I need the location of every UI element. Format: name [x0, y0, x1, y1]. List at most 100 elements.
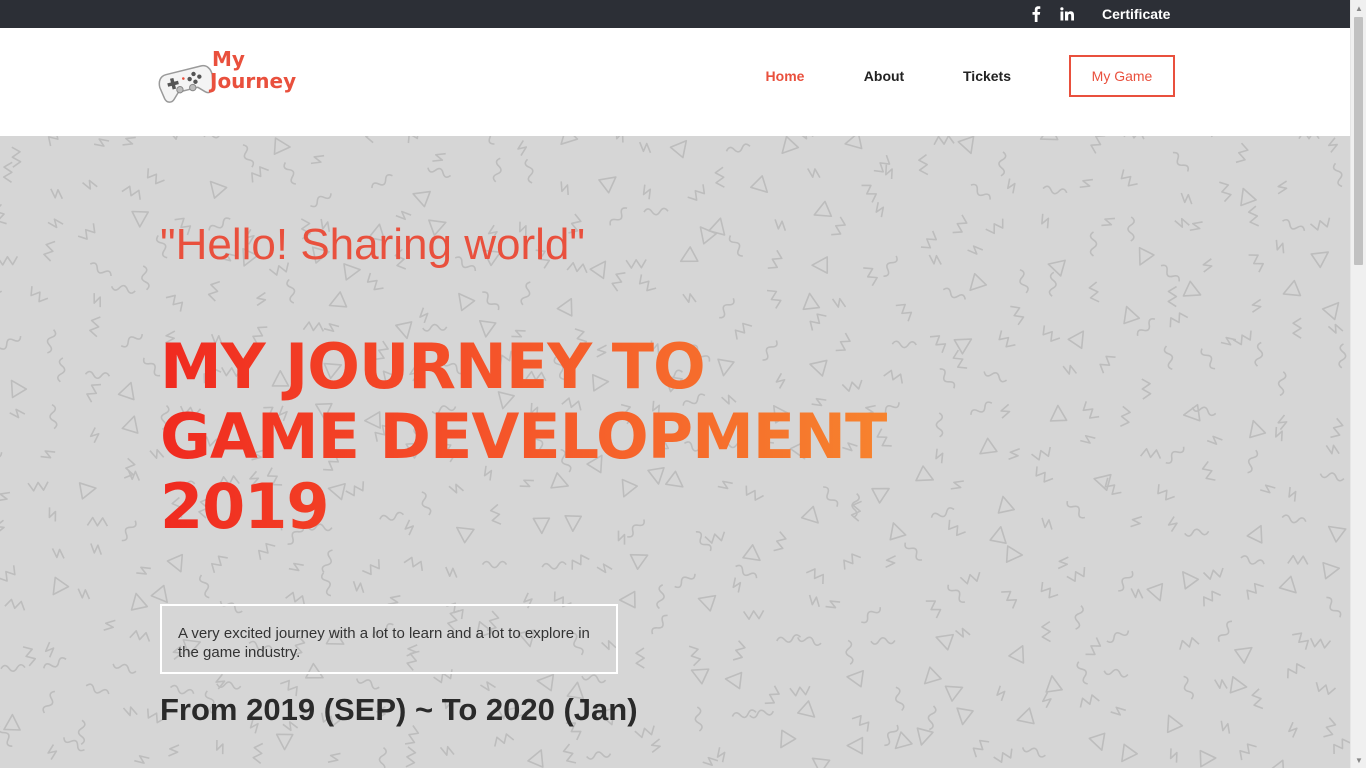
pattern-doodle [112, 663, 137, 674]
pattern-doodle [983, 371, 1008, 383]
linkedin-icon[interactable] [1056, 0, 1078, 28]
pattern-doodle [1041, 213, 1050, 229]
pattern-doodle [242, 144, 255, 168]
nav-about[interactable]: About [856, 55, 912, 97]
pattern-doodle [77, 588, 91, 600]
pattern-doodle [1076, 661, 1088, 685]
pattern-doodle [1066, 567, 1086, 583]
site-logo[interactable]: My Journey [158, 46, 308, 106]
pattern-doodle [939, 368, 956, 389]
pattern-doodle [110, 284, 136, 294]
pattern-doodle [798, 136, 814, 140]
pattern-doodle [1310, 251, 1329, 269]
pattern-doodle [1330, 417, 1344, 439]
pattern-doodle [935, 448, 944, 464]
pattern-doodle [0, 725, 13, 747]
pattern-doodle [935, 633, 955, 651]
pattern-doodle [846, 669, 865, 688]
pattern-doodle [1278, 575, 1297, 594]
pattern-doodle [959, 571, 981, 585]
pattern-doodle [885, 555, 896, 569]
pattern-doodle [405, 746, 417, 768]
pattern-doodle [57, 357, 66, 383]
pattern-doodle [895, 303, 913, 322]
scroll-thumb[interactable] [1354, 17, 1363, 265]
nav-tickets[interactable]: Tickets [954, 55, 1020, 97]
pattern-doodle [656, 584, 665, 610]
pattern-doodle [586, 751, 612, 760]
pattern-doodle [843, 553, 862, 570]
pattern-doodle [1338, 343, 1347, 369]
pattern-doodle [724, 671, 743, 690]
page-scrollbar[interactable]: ▲ ▼ [1350, 0, 1366, 768]
pattern-doodle [996, 685, 1006, 702]
pattern-doodle [46, 329, 57, 354]
pattern-doodle [1199, 749, 1217, 768]
pattern-doodle [1167, 285, 1178, 308]
pattern-doodle [1202, 258, 1213, 273]
pattern-doodle [688, 645, 702, 667]
pattern-doodle [1184, 528, 1210, 537]
scroll-down-arrow-icon[interactable]: ▼ [1351, 752, 1366, 768]
pattern-doodle [780, 729, 797, 749]
pattern-doodle [596, 563, 613, 574]
pattern-doodle [1333, 738, 1350, 755]
pattern-doodle [1202, 590, 1222, 607]
pattern-doodle [708, 217, 726, 236]
pattern-doodle [445, 566, 458, 578]
pattern-doodle [1101, 217, 1116, 227]
nav-home[interactable]: Home [754, 55, 816, 97]
pattern-doodle [273, 137, 291, 155]
pattern-doodle [1005, 545, 1024, 563]
pattern-doodle [732, 577, 742, 593]
pattern-doodle [750, 175, 769, 194]
pattern-doodle [43, 657, 67, 669]
pattern-doodle [1120, 169, 1138, 187]
pattern-doodle [84, 370, 111, 380]
pattern-doodle [642, 184, 652, 200]
pattern-doodle [1167, 516, 1178, 533]
pattern-doodle [998, 151, 1007, 177]
pattern-doodle [47, 136, 66, 147]
pattern-doodle [86, 516, 109, 527]
pattern-doodle [1041, 517, 1053, 530]
pattern-doodle [781, 136, 800, 155]
pattern-doodle [697, 594, 717, 612]
scroll-up-arrow-icon[interactable]: ▲ [1351, 0, 1366, 16]
pattern-doodle [352, 580, 365, 593]
pattern-doodle [481, 560, 508, 569]
pattern-doodle [77, 223, 96, 240]
pattern-doodle [589, 260, 607, 280]
pattern-doodle [985, 218, 1004, 235]
pattern-doodle [1042, 185, 1068, 195]
pattern-doodle [0, 565, 16, 582]
certificate-link[interactable]: Certificate [1102, 0, 1170, 28]
pattern-doodle [719, 298, 735, 319]
pattern-doodle [643, 207, 669, 216]
pattern-doodle [1288, 721, 1298, 738]
pattern-doodle [1219, 181, 1232, 203]
pattern-doodle [1088, 281, 1100, 303]
pattern-doodle [957, 136, 975, 155]
pattern-doodle [275, 733, 294, 751]
pattern-doodle [972, 739, 990, 758]
pattern-doodle [427, 167, 452, 178]
pattern-doodle [1254, 341, 1264, 367]
facebook-icon[interactable] [1026, 0, 1046, 28]
pattern-doodle [611, 271, 626, 292]
pattern-doodle [407, 136, 427, 144]
pattern-doodle [51, 548, 65, 559]
pattern-doodle [725, 143, 751, 153]
pattern-doodle [0, 336, 22, 350]
pattern-doodle [403, 556, 424, 571]
pattern-doodle [1206, 435, 1223, 445]
pattern-doodle [1182, 280, 1202, 297]
pattern-doodle [1048, 271, 1057, 297]
pattern-doodle [918, 154, 929, 176]
pattern-doodle [1259, 484, 1276, 494]
pattern-doodle [1234, 646, 1253, 664]
nav-my-game-button[interactable]: My Game [1069, 55, 1175, 97]
pattern-doodle [925, 600, 942, 619]
pattern-doodle [1332, 162, 1343, 188]
pattern-doodle [136, 566, 151, 575]
